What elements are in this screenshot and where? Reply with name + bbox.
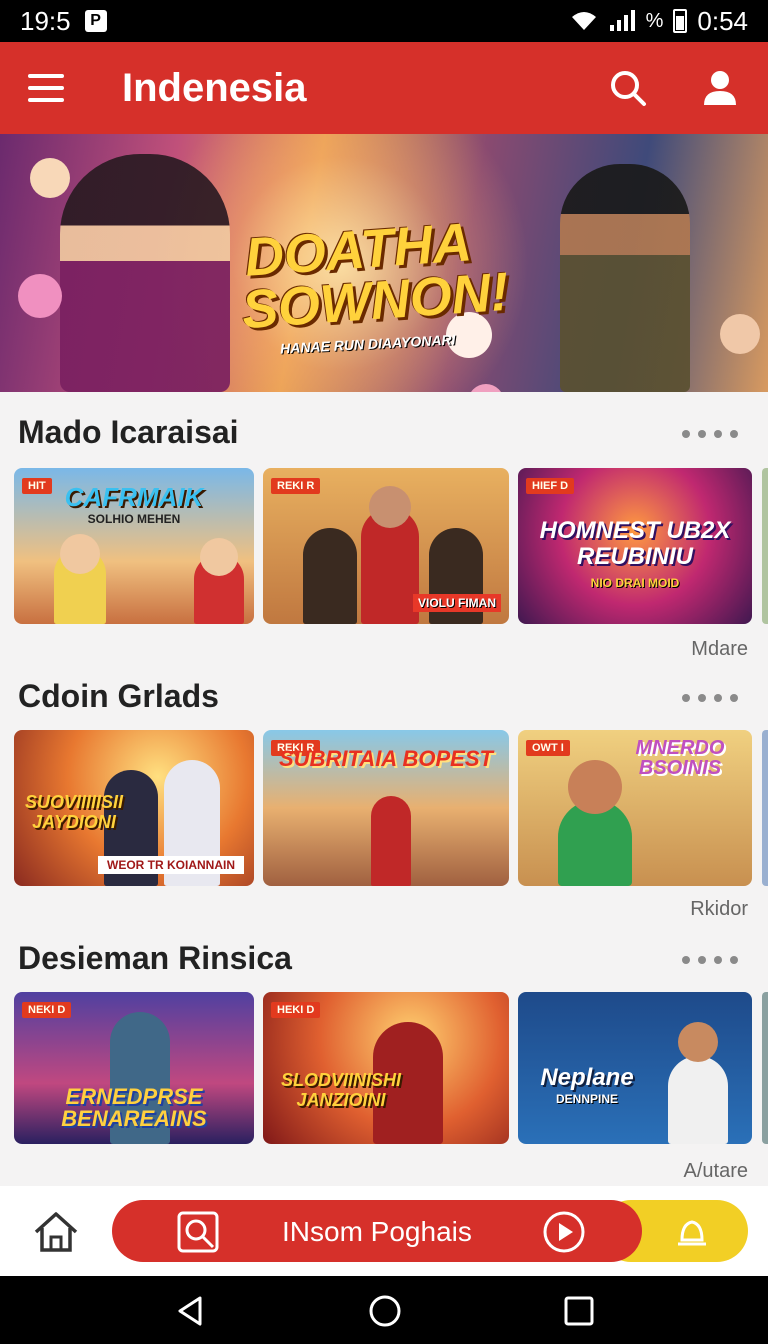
hero-toy: [30, 158, 70, 198]
game-card[interactable]: SUOVIIIIISII JAYDIONI WEOR TR KOIANNAIN: [14, 730, 254, 886]
bell-icon: [678, 1220, 706, 1246]
game-card[interactable]: HIT CAFRMAIK SOLHIO MEHEN: [14, 468, 254, 624]
card-character: [668, 1056, 728, 1144]
game-card[interactable]: OWT I MNERDO BSOINIS: [518, 730, 752, 886]
card-character-head: [369, 486, 411, 528]
section-title: Desieman Rinsica: [18, 940, 292, 976]
card-subtitle: SOLHIO MEHEN: [87, 512, 181, 526]
card-peek: [762, 468, 768, 624]
app-bar: Indenesia: [0, 42, 768, 134]
hero-toy: [720, 314, 760, 354]
profile-icon[interactable]: [700, 68, 740, 108]
system-navigation-bar: [0, 1276, 768, 1344]
signal-icon: [609, 10, 635, 31]
clock-text: 0:54: [697, 5, 748, 36]
card-subtitle: WEOR TR KOIANNAIN: [98, 856, 244, 874]
card-tag: HEKI D: [271, 1002, 321, 1018]
wifi-icon: [571, 12, 596, 30]
card-title: SUBRITAIA BOPEST: [279, 746, 493, 771]
primary-cta-button[interactable]: INsom Poghais: [112, 1200, 642, 1262]
card-character-head: [678, 1022, 718, 1062]
play-icon: [543, 1211, 585, 1253]
home-icon[interactable]: [32, 1210, 80, 1254]
section-title: Mado Icaraisai: [18, 414, 239, 450]
card-subtitle: VIOLU FIMAN: [413, 594, 501, 612]
card-title: CAFRMAIK: [64, 482, 204, 512]
more-link[interactable]: Mdare: [600, 638, 748, 661]
game-card[interactable]: NEKI D ERNEDPRSE BENAREAINS: [14, 992, 254, 1144]
status-time: 19:5: [20, 5, 71, 36]
menu-icon[interactable]: [28, 74, 64, 102]
card-peek: [762, 992, 768, 1144]
card-tag: REKI R: [271, 478, 321, 494]
hero-title: DOATHA SOWNON!: [240, 212, 511, 341]
search-frame-icon: [177, 1211, 219, 1253]
card-character-head: [200, 538, 238, 576]
hero-character-right: [560, 164, 690, 392]
card-character: [371, 796, 411, 886]
card-row: NEKI D ERNEDPRSE BENAREAINS HEKI D SLODV…: [0, 992, 768, 1144]
game-card[interactable]: REKI R VIOLU FIMAN: [263, 468, 509, 624]
bottom-navigation: INsom Poghais: [0, 1186, 768, 1276]
card-row: HIT CAFRMAIK SOLHIO MEHEN REKI R VIOLU F…: [0, 468, 768, 624]
card-character: [303, 528, 357, 624]
app-title: Indenesia: [122, 65, 307, 110]
hero-character-left: [60, 154, 230, 392]
more-link[interactable]: A/utare: [600, 1160, 748, 1183]
search-icon[interactable]: [608, 68, 648, 108]
more-options-icon[interactable]: [682, 692, 738, 704]
card-tag: NEKI D: [22, 1002, 72, 1018]
game-card[interactable]: Neplane DENNPINE: [518, 992, 752, 1144]
card-tag: HIEF D: [526, 478, 575, 494]
more-options-icon[interactable]: [682, 954, 738, 966]
card-title: HOMNEST UB2X REUBINIU: [539, 517, 731, 570]
status-bar: 19:5 P % 0:54: [0, 0, 768, 42]
card-tag: OWT I: [526, 740, 570, 756]
card-title: MNERDO BSOINIS: [635, 737, 725, 779]
recents-icon[interactable]: [562, 1294, 596, 1328]
hero-toy: [18, 274, 62, 318]
card-title: Neplane: [540, 1064, 634, 1091]
card-peek: [762, 730, 768, 886]
section-title: Cdoin Grlads: [18, 678, 219, 714]
more-options-icon[interactable]: [682, 428, 738, 440]
battery-percent-text: %: [645, 9, 664, 32]
home-circle-icon[interactable]: [368, 1294, 402, 1328]
card-subtitle: DENNPINE: [555, 1092, 618, 1106]
card-character-head: [568, 760, 622, 814]
card-character-head: [60, 534, 100, 574]
cta-label: INsom Poghais: [282, 1216, 472, 1247]
game-card[interactable]: REKI R SUBRITAIA BOPEST: [263, 730, 509, 886]
game-card[interactable]: HEKI D SLODVIINISHI JANZIOINI: [263, 992, 509, 1144]
game-card[interactable]: HIEF D HOMNEST UB2X REUBINIU NIO DRAI MO…: [518, 468, 752, 624]
card-title: SUOVIIIIISII JAYDIONI: [24, 792, 124, 832]
more-link[interactable]: Rkidor: [600, 898, 748, 921]
card-title: SLODVIINISHI JANZIOINI: [280, 1070, 401, 1110]
battery-icon: [673, 9, 688, 33]
card-row: SUOVIIIIISII JAYDIONI WEOR TR KOIANNAIN …: [0, 730, 768, 886]
card-title: ERNEDPRSE BENAREAINS: [61, 1084, 207, 1131]
parking-notification-icon: P: [84, 10, 107, 32]
hero-banner[interactable]: DOATHA SOWNON! HANAE RUN DIAAYONARI: [0, 134, 768, 392]
back-icon[interactable]: [174, 1294, 208, 1328]
card-subtitle: NIO DRAI MOID: [590, 576, 680, 590]
